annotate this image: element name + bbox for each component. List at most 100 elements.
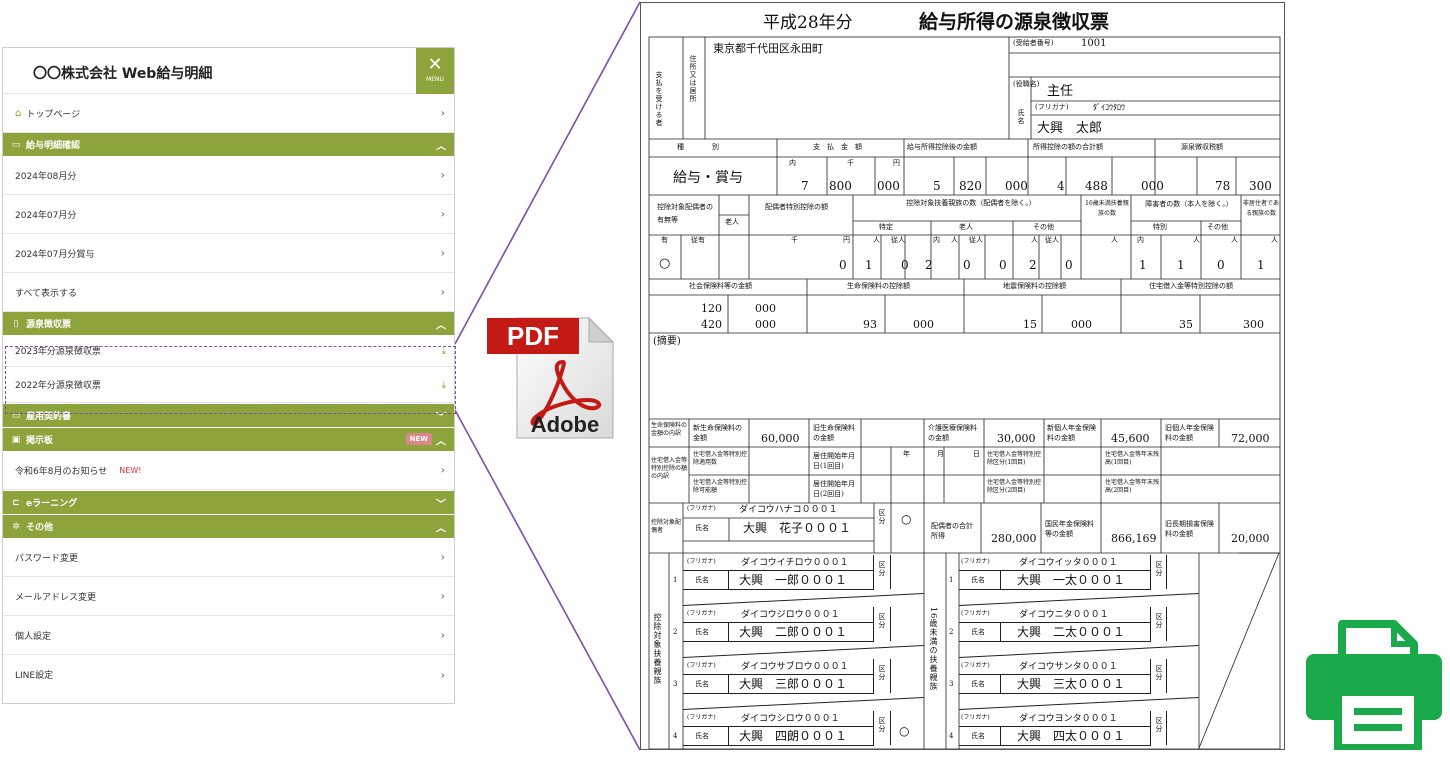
- other-item-email[interactable]: メールアドレス変更 ›: [3, 577, 454, 616]
- r4-value: 0: [963, 258, 971, 272]
- pension-new-label: 新個人年金保険料の金額: [1047, 424, 1096, 442]
- housing-detail-label: 住宅借入金等特別控除の額の内訳: [651, 457, 688, 480]
- r4-unit: 人: [873, 236, 880, 244]
- nav-top-page[interactable]: ⌂ トップページ ›: [3, 94, 454, 133]
- section-board[interactable]: ▣ 掲示板 NEW ︿: [3, 428, 454, 451]
- r4-unit: 人: [1111, 236, 1118, 244]
- care-value: 30,000: [997, 432, 1036, 445]
- r4-unit: 内: [1137, 236, 1144, 244]
- life-detail-label: 生命保険料の金額の内訳: [651, 422, 688, 437]
- child-name-label: 氏名: [971, 732, 985, 740]
- menu-close-button[interactable]: ✕ MENU: [416, 48, 454, 94]
- chevron-right-icon: ›: [440, 628, 445, 642]
- life-old-label: 旧生命保険料の金額: [813, 424, 855, 442]
- spouse-label: 控除対象配偶者: [651, 519, 682, 534]
- r4-unit: 人: [1271, 236, 1278, 244]
- housing-deduction: 300: [1243, 318, 1264, 331]
- national-pension: 866,169: [1111, 532, 1157, 545]
- r3-header: 16歳未満扶養親族の数: [1085, 200, 1129, 217]
- pay-amount: 800: [829, 179, 852, 193]
- form-line: [683, 641, 874, 642]
- printer-icon[interactable]: [1302, 620, 1446, 750]
- r4-unit: 有: [661, 236, 668, 244]
- pension-new-value: 45,600: [1111, 432, 1150, 445]
- r4-value: 1: [1177, 258, 1185, 272]
- form-line: [1166, 555, 1167, 589]
- r4-unit: 人: [951, 236, 958, 244]
- r4-unit: 人: [1031, 236, 1038, 244]
- section-other-label: その他: [26, 523, 54, 533]
- col-header: 種 別: [677, 143, 719, 151]
- r4-value: 0: [1065, 258, 1073, 272]
- payslip-item[interactable]: 2024年07月分賞与 ›: [3, 234, 454, 273]
- housing-label: 月: [937, 450, 944, 458]
- name-value: 大興 太郎: [1037, 121, 1103, 136]
- dependent-furigana: ダイコウサブロウ０００１: [741, 662, 849, 672]
- r4-unit: 人: [1231, 236, 1238, 244]
- chevron-right-icon: ›: [440, 106, 445, 120]
- section-payslip-label: 給与明細確認: [26, 141, 81, 151]
- payslip-item[interactable]: 2024年08月分 ›: [3, 156, 454, 195]
- board-item-new: NEW!: [119, 465, 142, 475]
- position-value: 主任: [1047, 84, 1074, 99]
- r3-header: 老人: [959, 223, 973, 231]
- r5-header: 社会保険料等の金額: [689, 282, 752, 290]
- section-withholding[interactable]: ▯ 源泉徴収票 ︿: [3, 312, 454, 335]
- board-item-label: 令和6年8月のお知らせ: [15, 466, 108, 477]
- form-line: [728, 570, 729, 589]
- form-line: [890, 659, 891, 693]
- section-other[interactable]: ✲ その他 ︿: [3, 515, 454, 538]
- withheld-tax: 300: [1249, 179, 1272, 193]
- section-payslip[interactable]: ▭ 給与明細確認 ︿: [3, 133, 454, 156]
- form-line: [873, 711, 874, 745]
- dependent-kubun-label: 区分: [878, 561, 886, 577]
- board-item[interactable]: 令和6年8月のお知らせ NEW! ›: [3, 451, 454, 490]
- other-item-line[interactable]: LINE設定 ›: [3, 655, 454, 694]
- position-label: (役職名): [1013, 80, 1040, 88]
- form-line: [959, 622, 1151, 623]
- other-item-password[interactable]: パスワード変更 ›: [3, 538, 454, 577]
- child-kubun-label: 区分: [1155, 717, 1163, 733]
- child-name: 大興 二太０００１: [1017, 625, 1126, 639]
- dependent-name: 大興 一郎０００１: [739, 573, 848, 587]
- dependent-furigana-label: (フリガナ): [687, 662, 716, 669]
- section-withholding-label: 源泉徴収票: [26, 320, 72, 330]
- spouse-kubun-label: 区分: [878, 509, 886, 525]
- summary-label: (摘要): [653, 336, 681, 347]
- after-deduction: 5: [933, 179, 941, 193]
- payslip-item[interactable]: 2024年07月分 ›: [3, 195, 454, 234]
- child-furigana: ダイコウニタ０００１: [1019, 610, 1109, 620]
- r4-value: 0: [999, 258, 1007, 272]
- form-line: [728, 622, 729, 641]
- dependent-furigana: ダイコウジロウ０００１: [741, 610, 840, 620]
- r4-unit: 内: [933, 236, 940, 244]
- r4-value: 0: [1217, 258, 1225, 272]
- gear-icon: ✲: [12, 521, 20, 532]
- child-furigana-label: (フリガナ): [961, 714, 990, 721]
- housing-label: 住宅借入金等特別控除可能額: [693, 479, 748, 494]
- section-board-label: 掲示板: [26, 436, 54, 446]
- r3-header: その他: [1033, 223, 1054, 231]
- chevron-down-icon: ﹀: [436, 499, 446, 510]
- child-name: 大興 三太０００１: [1017, 677, 1126, 691]
- section-elearning[interactable]: ⊏ eラーニング ﹀: [3, 491, 454, 514]
- other-item-personal[interactable]: 個人設定 ›: [3, 616, 454, 655]
- name-label: 氏名: [1017, 109, 1025, 125]
- form-line: [1000, 674, 1001, 693]
- payslip-show-all[interactable]: すべて表示する ›: [3, 273, 454, 312]
- unit-label: 円: [893, 159, 900, 167]
- social-insurance: 000: [755, 302, 776, 315]
- r4-value: 1: [865, 258, 873, 272]
- social-insurance: 000: [755, 318, 776, 331]
- dependent-no: 2: [673, 628, 678, 636]
- chevron-right-icon: ›: [440, 285, 445, 299]
- r4-value: 1: [1257, 258, 1265, 272]
- home-icon: ⌂: [15, 107, 22, 119]
- housing-label: 住宅借入金等特別控除区分(1回目): [987, 451, 1042, 466]
- dependent-name-label: 氏名: [695, 732, 709, 740]
- r3-header: 配偶者特別控除の額: [765, 203, 828, 211]
- r4-value: 1: [1139, 258, 1147, 272]
- spouse-furigana-label: (フリガナ): [687, 505, 716, 512]
- pay-amount: 7: [801, 179, 809, 193]
- spouse-flag: ○: [659, 256, 671, 271]
